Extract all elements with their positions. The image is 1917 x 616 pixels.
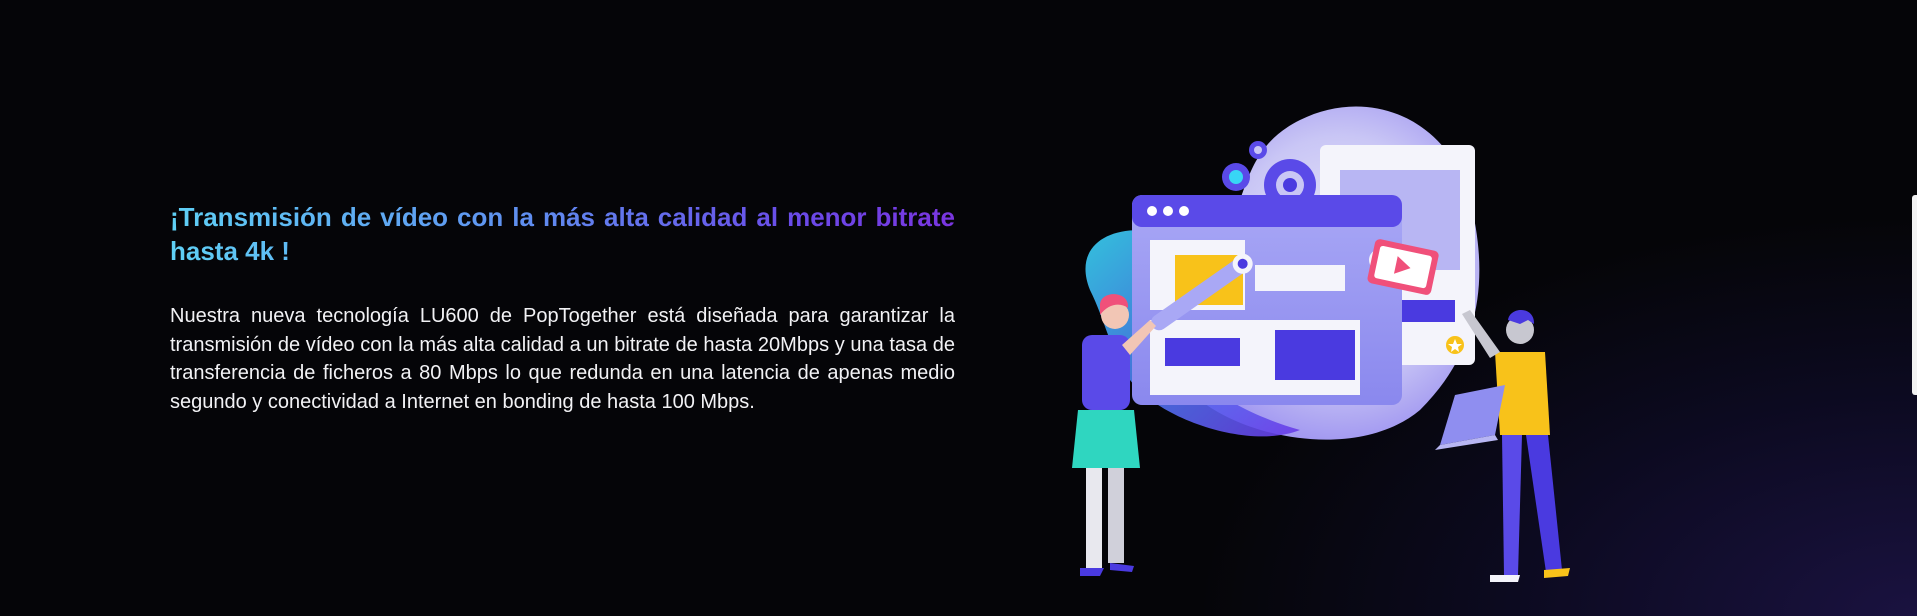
window-text-block (1255, 265, 1345, 291)
hero-description: Nuestra nueva tecnología LU600 de PopTog… (170, 305, 955, 413)
hero-section: ¡Transmisión de vídeo con la más alta ca… (0, 0, 1917, 616)
hero-text-column: ¡Transmisión de vídeo con la más alta ca… (170, 200, 955, 416)
scrollbar-thumb[interactable] (1912, 195, 1917, 395)
woman-figure (1072, 294, 1156, 576)
video-streaming-illustration-icon (1072, 106, 1570, 582)
back-panel-block (1395, 300, 1455, 322)
hero-headline: ¡Transmisión de vídeo con la más alta ca… (170, 202, 955, 266)
